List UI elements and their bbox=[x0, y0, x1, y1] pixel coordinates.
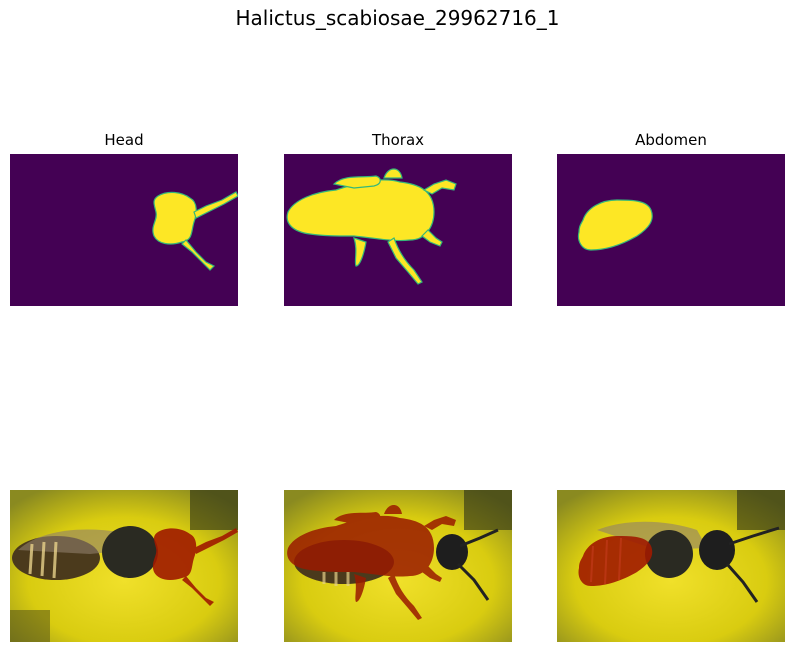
panel-title-thorax: Thorax bbox=[371, 131, 425, 149]
thorax-mask-image bbox=[284, 154, 512, 306]
panel-title-abdomen: Abdomen bbox=[635, 131, 707, 149]
thorax-overlay-image bbox=[284, 490, 512, 642]
head-overlay-image bbox=[10, 490, 238, 642]
abdomen-overlay-image bbox=[557, 490, 785, 642]
head-mask-image bbox=[10, 154, 238, 306]
figure-title: Halictus_scabiosae_29962716_1 bbox=[235, 6, 560, 30]
abdomen-mask-image bbox=[557, 154, 785, 306]
panel-title-head: Head bbox=[104, 131, 144, 149]
